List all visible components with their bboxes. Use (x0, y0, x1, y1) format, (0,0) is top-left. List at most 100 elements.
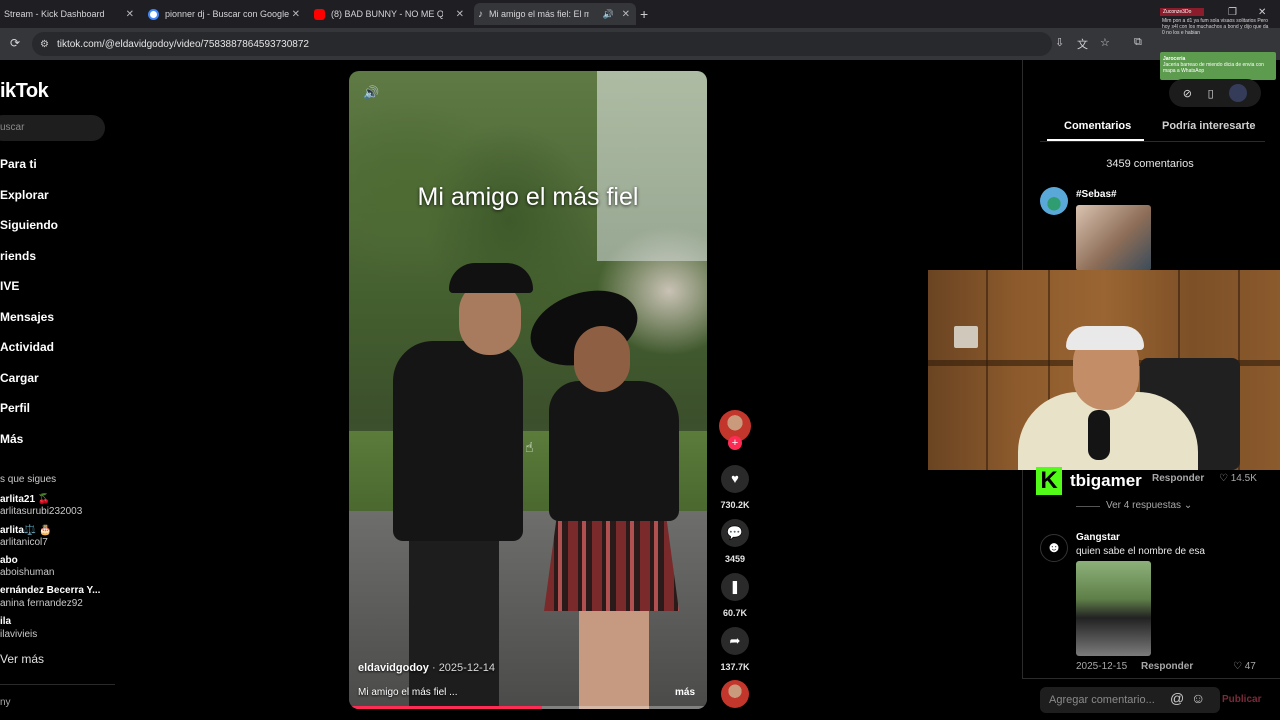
close-icon[interactable]: ✕ (456, 9, 464, 20)
account-username[interactable]: anina fernandez92 (0, 598, 83, 609)
account-username[interactable]: ilavivieis (0, 629, 37, 640)
account-name[interactable]: abo (0, 555, 18, 566)
close-icon[interactable]: ✕ (622, 9, 630, 20)
comment-image[interactable] (1076, 561, 1151, 656)
streamer-name: tbigamer (1070, 471, 1142, 490)
youtube-icon (314, 8, 325, 20)
tiktok-icon: ♪ (478, 8, 483, 20)
hand-cursor-icon: ☝ (525, 439, 534, 455)
account-username[interactable]: aboishuman (0, 567, 54, 578)
close-icon[interactable]: ✕ (292, 9, 300, 20)
compass-icon[interactable]: ⊘ (1183, 87, 1192, 100)
view-replies-label: Ver 4 respuestas (1106, 500, 1182, 511)
tab-label: Mi amigo el más fiel: El mejor amigo (489, 9, 589, 19)
music-disc-icon[interactable] (721, 680, 749, 708)
video-progress-bar[interactable] (349, 706, 707, 709)
woman-head (574, 326, 630, 392)
tab-might-interest[interactable]: Podría interesarte (1162, 120, 1256, 132)
streamer-tag: K tbigamer (1036, 467, 1142, 495)
tab-label: (8) BAD BUNNY - NO ME QUIERO CASAR (331, 9, 443, 19)
speaker-icon[interactable]: 🔊 (603, 9, 614, 20)
translate-icon[interactable]: 文 (1077, 36, 1088, 52)
nav-explore[interactable]: Explorar (0, 188, 49, 202)
emoji-icon[interactable]: ☺ (1191, 690, 1205, 706)
tab-tiktok[interactable]: ♪ Mi amigo el más fiel: El mejor amigo 🔊… (474, 3, 636, 25)
nav-following[interactable]: Siguiendo (0, 218, 58, 232)
nav-upload[interactable]: Cargar (0, 371, 39, 385)
account-username[interactable]: arlitanicol7 (0, 537, 48, 548)
new-tab-button[interactable]: + (640, 6, 648, 22)
tiktok-logo[interactable]: ikTok (0, 80, 49, 103)
tab-youtube[interactable]: (8) BAD BUNNY - NO ME QUIERO CASAR ✕ (310, 3, 470, 25)
post-date: · 2025-12-14 (431, 662, 495, 674)
tab-kick-dashboard[interactable]: Stream - Kick Dashboard ✕ (0, 3, 140, 25)
more-button[interactable]: más (675, 687, 695, 698)
site-settings-icon[interactable]: ⚙ (40, 39, 49, 50)
comment-like[interactable]: ♡ 14.5K (1219, 473, 1257, 484)
chat-message: Mim pon a d1 ya fum sola visaos solitari… (1162, 18, 1269, 36)
publish-button[interactable]: Publicar (1222, 694, 1261, 705)
bookmark-icon[interactable]: ❚ (721, 573, 749, 601)
nav-friends[interactable]: riends (0, 249, 36, 263)
sidebar-footer[interactable]: ny (0, 697, 11, 708)
tab-google-search[interactable]: pionner dj - Buscar con Google ✕ (144, 3, 306, 25)
video-author-line[interactable]: eldavidgodoy · 2025-12-14 (358, 662, 495, 674)
nav-profile[interactable]: Perfil (0, 401, 30, 415)
video-player[interactable]: 🔊 Mi amigo el más fiel ☝ eldavidgodoy · … (349, 71, 707, 709)
commenter-avatar[interactable] (1040, 187, 1068, 215)
like-count: 730.2K (720, 500, 750, 510)
comment-count: 3459 (724, 554, 746, 564)
account-name[interactable]: ernández Becerra Y... (0, 585, 100, 596)
save-count: 60.7K (722, 608, 748, 618)
comment-like[interactable]: ♡ 47 (1233, 661, 1256, 672)
video-description: Mi amigo el más fiel ... (358, 687, 458, 698)
install-icon[interactable]: ⇩ (1055, 36, 1064, 49)
account-username[interactable]: arlitasurubi232003 (0, 506, 82, 517)
reply-button[interactable]: Responder (1152, 473, 1204, 484)
extensions-icon[interactable]: ⧉ (1134, 36, 1142, 49)
url-field[interactable]: ⚙ tiktok.com/@eldavidgodoy/video/7583887… (32, 32, 1052, 56)
comment-date: 2025-12-15 (1076, 661, 1128, 672)
comment-total: 3459 comentarios (1106, 158, 1194, 170)
search-input[interactable]: uscar (0, 115, 105, 141)
comment-icon[interactable]: 💬 (721, 519, 749, 547)
tab-label: Stream - Kick Dashboard (4, 9, 105, 19)
woman-figure (549, 381, 679, 521)
wall-plank (986, 270, 988, 470)
like-heart-icon[interactable]: ♥ (721, 465, 749, 493)
volume-icon[interactable]: 🔊 (363, 85, 379, 101)
reload-icon[interactable]: ⟳ (10, 36, 20, 50)
commenter-username[interactable]: #Sebas# (1076, 189, 1117, 200)
heart-outline-icon: ♡ (1233, 661, 1242, 672)
stream-chat-overlay: Zuconze3Do Mim pon a d1 ya fum sola visa… (1160, 8, 1276, 80)
bookmark-star-icon[interactable]: ☆ (1100, 36, 1110, 49)
follow-plus-icon[interactable]: + (728, 436, 742, 450)
view-replies-button[interactable]: Ver 4 respuestas ⌄ (1106, 500, 1192, 511)
divider (0, 684, 115, 685)
commenter-avatar[interactable]: ☻ (1040, 534, 1068, 562)
see-more-link[interactable]: Ver más (0, 652, 44, 666)
top-right-actions: ⊘ ▯ (1169, 79, 1261, 107)
share-icon[interactable]: ➦ (721, 627, 749, 655)
phone-icon[interactable]: ▯ (1208, 87, 1214, 100)
nav-messages[interactable]: Mensajes (0, 310, 54, 324)
account-name[interactable]: arlita⚖️ 🎂 (0, 525, 52, 536)
reply-button[interactable]: Responder (1141, 661, 1193, 672)
nav-for-you[interactable]: Para ti (0, 157, 37, 171)
wall-socket (954, 326, 978, 348)
nav-more[interactable]: Más (0, 432, 23, 446)
chat-text: Jaceria barreao de miendo dicia de envia… (1163, 62, 1264, 74)
commenter-username[interactable]: Gangstar (1076, 532, 1120, 543)
nav-live[interactable]: IVE (0, 279, 19, 293)
tabs-divider (1040, 141, 1265, 142)
tab-comments[interactable]: Comentarios (1064, 120, 1131, 132)
mention-icon[interactable]: @ (1170, 690, 1184, 706)
user-avatar[interactable] (1229, 84, 1248, 102)
account-name[interactable]: ila (0, 616, 11, 627)
google-icon (148, 8, 159, 20)
nav-activity[interactable]: Actividad (0, 340, 54, 354)
close-icon[interactable]: ✕ (126, 9, 134, 20)
comment-image[interactable] (1076, 205, 1151, 271)
author-username[interactable]: eldavidgodoy (358, 662, 429, 674)
account-name[interactable]: arlita21 🍒 (0, 494, 50, 505)
